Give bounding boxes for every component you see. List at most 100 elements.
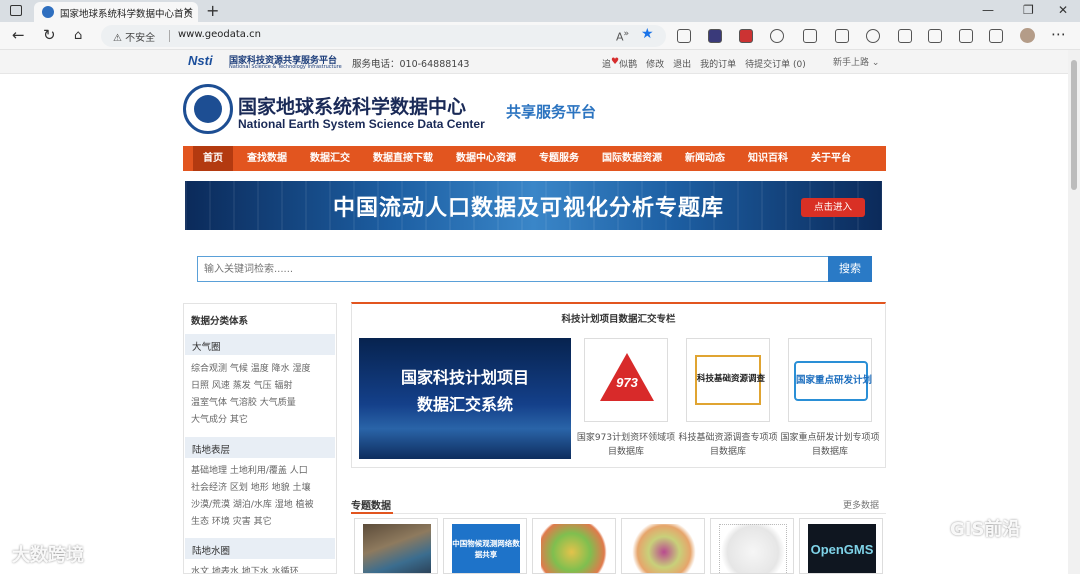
category-links[interactable]: 水文 地表水 地下水 水循环 [191,564,299,573]
home-icon[interactable]: ⌂ [74,28,82,43]
refresh-icon[interactable]: ↻ [43,26,56,44]
panel-title: 科技计划项目数据汇交专栏 [561,314,676,325]
ext-badge-icon[interactable] [739,29,753,43]
browser-tab[interactable]: 国家地球系统科学数据中心首页 × [34,2,198,22]
category-links[interactable]: 日照 风速 蒸发 气压 辐射 [191,378,292,391]
nav-data-submission[interactable]: 数据汇交 [310,146,350,171]
extension-gear-icon[interactable] [770,29,784,43]
my-orders-link[interactable]: 我的订单 [700,57,736,70]
address-bar[interactable]: ⚠ 不安全 www.geodata.cn A» ★ [101,25,666,47]
thematic-card[interactable]: OpenGMS [799,518,883,574]
nav-find-data[interactable]: 查找数据 [247,146,287,171]
card-label[interactable]: 科技基础资源调查专项项目数据库 [678,431,778,459]
close-window-button[interactable]: ✕ [1058,3,1068,17]
promo-banner[interactable]: 中国流动人口数据及可视化分析专题库 点击进入 [185,181,882,230]
new-tab-button[interactable]: + [206,1,219,20]
more-menu-icon[interactable]: ⋯ [1051,25,1066,43]
back-arrow-icon[interactable]: ← [12,26,25,44]
category-atmosphere[interactable]: 大气圈 [185,334,335,355]
profile-avatar[interactable] [1020,28,1035,43]
window-menu-icon[interactable] [10,5,22,16]
project-card-basic-survey[interactable]: 科技基础资源调查 [686,338,770,422]
ia-extension-icon[interactable] [708,29,722,43]
card-image-text: 科技基础资源调查 [697,374,766,384]
category-links[interactable]: 沙漠/荒漠 湖泊/水库 湿地 植被 [191,497,314,510]
tab-collections-icon[interactable] [835,29,849,43]
project-card-973[interactable]: 973 [584,338,668,422]
card-label[interactable]: 国家重点研发计划专项项目数据库 [780,431,880,459]
site-favicon-icon [42,6,54,18]
site-top-bar: Nsti 国家科技资源共享服务平台 National Science & Tec… [0,50,1068,74]
thematic-card[interactable]: 中国物候观测网络数据共享 [443,518,527,574]
nav-center-resources[interactable]: 数据中心资源 [456,146,516,171]
logout-link[interactable]: 退出 [673,57,691,70]
maximize-button[interactable]: ❐ [1023,3,1034,17]
search-input[interactable] [197,256,829,282]
browser-tab-bar: 国家地球系统科学数据中心首页 × + — ❐ ✕ [0,0,1080,22]
favorite-star-icon[interactable]: ★ [641,26,654,42]
category-links[interactable]: 温室气体 气溶胶 大气质量 [191,395,296,408]
extensions-icon[interactable] [989,29,1003,43]
search-button[interactable]: 搜索 [828,256,872,282]
main-navigation: 首页 查找数据 数据汇交 数据直接下载 数据中心资源 专题服务 国际数据资源 新… [183,146,886,171]
category-label: 大气圈 [192,342,221,353]
card-image-text: 973 [616,375,638,390]
minimize-button[interactable]: — [982,3,994,17]
category-links[interactable]: 生态 环境 灾害 其它 [191,514,272,527]
browser-toolbar: ← ↻ ⌂ ⚠ 不安全 www.geodata.cn A» ★ ⋯ [0,22,1080,50]
thematic-thumbnail: 中国物候观测网络数据共享 [452,524,520,573]
downloads-icon[interactable] [898,29,912,43]
nav-direct-download[interactable]: 数据直接下载 [373,146,433,171]
heading-underline [351,512,393,514]
category-links[interactable]: 大气成分 其它 [191,412,248,425]
category-links[interactable]: 基础地理 土地利用/覆盖 人口 [191,463,308,476]
data-category-sidebar: 数据分类体系 大气圈 综合观测 气候 温度 降水 湿度 日照 风速 蒸发 气压 … [183,303,337,574]
thematic-card[interactable] [532,518,616,574]
project-card-key-rd[interactable]: 国家重点研发计划 [788,338,872,422]
category-links[interactable]: 综合观测 气候 温度 降水 湿度 [191,361,310,374]
thumbnail-text: 中国物候观测网络数据共享 [452,539,520,559]
submission-system-banner[interactable]: 国家科技计划项目 数据汇交系统 [359,338,571,459]
scrollbar-thumb[interactable] [1071,60,1077,190]
site-title-english: National Earth System Science Data Cente… [238,117,485,131]
thematic-card[interactable] [621,518,705,574]
history-icon[interactable] [866,29,880,43]
newbie-guide-dropdown[interactable]: 新手上路 ⌄ [833,55,879,68]
center-emblem-logo[interactable] [183,84,233,134]
favorites-icon[interactable] [803,29,817,43]
url-text[interactable]: www.geodata.cn [178,29,261,40]
thematic-data-heading: 专题数据 [351,501,391,512]
nsti-logo[interactable]: Nsti [188,53,213,68]
username-link[interactable]: 似鹊 [619,57,637,70]
category-land-hydrosphere[interactable]: 陆地水圈 [185,538,335,559]
web-capture-icon[interactable] [959,29,973,43]
modify-link[interactable]: 修改 [646,57,664,70]
card-label[interactable]: 国家973计划资环领域项目数据库 [576,431,676,459]
page-scrollbar[interactable] [1068,50,1080,574]
banner-title: 中国流动人口数据及可视化分析专题库 [333,196,725,221]
nav-home[interactable]: 首页 [193,146,233,171]
thematic-card[interactable] [354,518,438,574]
nav-news[interactable]: 新闻动态 [685,146,725,171]
thematic-thumbnail [630,524,698,573]
tab-close-icon[interactable]: × [183,4,193,18]
user-links: 追 ♥ 似鹊 修改 退出 我的订单 待提交订单 (0) [602,57,806,70]
nav-international-data[interactable]: 国际数据资源 [602,146,662,171]
banner-enter-button[interactable]: 点击进入 [801,198,865,217]
project-data-panel: 科技计划项目数据汇交专栏 国家科技计划项目 数据汇交系统 973 国家973计划… [351,302,886,468]
screenshot-icon[interactable] [928,29,942,43]
category-label: 陆地表层 [192,445,231,456]
pending-orders-link[interactable]: 待提交订单 (0) [745,57,806,70]
insecure-warning[interactable]: ⚠ 不安全 [113,29,155,44]
nav-about[interactable]: 关于平台 [811,146,851,171]
thematic-thumbnail [541,524,609,573]
nav-thematic-services[interactable]: 专题服务 [539,146,579,171]
nav-knowledge[interactable]: 知识百科 [748,146,788,171]
collections-icon[interactable] [677,29,691,43]
thematic-card[interactable] [710,518,794,574]
category-links[interactable]: 社会经济 区划 地形 地貌 土壤 [191,480,310,493]
category-land-surface[interactable]: 陆地表层 [185,437,335,458]
more-data-link[interactable]: 更多数据 [843,498,879,511]
read-aloud-icon[interactable]: A» [616,28,629,44]
thematic-thumbnail [363,524,431,573]
